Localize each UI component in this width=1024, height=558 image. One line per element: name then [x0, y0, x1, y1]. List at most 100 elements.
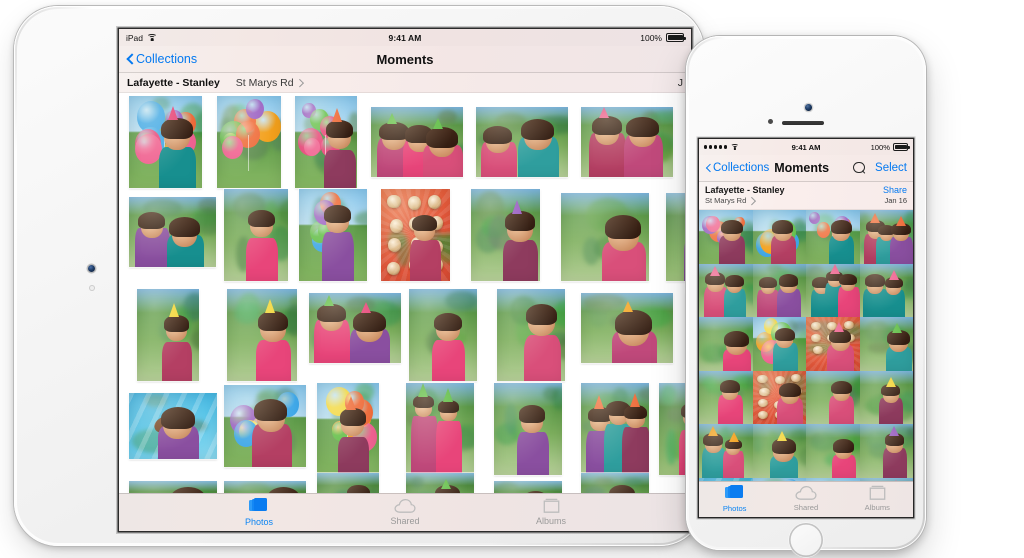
search-icon[interactable] — [853, 161, 866, 175]
ipad-status-bar: iPad 9:41 AM 100% — [119, 29, 691, 46]
iphone-tab-bar: Photos Shared Albums — [699, 481, 913, 517]
chevron-right-icon — [297, 79, 302, 87]
photo-thumbnail[interactable] — [699, 263, 753, 318]
photo-thumbnail[interactable] — [581, 383, 649, 475]
photo-thumbnail[interactable] — [224, 481, 306, 493]
photo-thumbnail[interactable] — [806, 370, 860, 425]
photo-thumbnail[interactable] — [476, 107, 568, 177]
photo-thumbnail[interactable] — [581, 473, 649, 493]
photo-thumbnail[interactable] — [129, 197, 216, 267]
iphone-moment-date: Jan 16 — [884, 196, 907, 205]
photo-thumbnail[interactable] — [129, 393, 217, 459]
photo-thumbnail[interactable] — [224, 385, 306, 467]
photo-thumbnail[interactable] — [299, 189, 367, 281]
ipad-tab-bar: Photos Shared Albums — [119, 493, 691, 531]
ipad-moment-sublocation-button[interactable]: St Marys Rd — [236, 77, 302, 89]
photo-thumbnail[interactable] — [699, 424, 753, 478]
iphone-back-label: Collections — [713, 162, 770, 174]
iphone-share-button[interactable]: Share — [883, 185, 907, 195]
photo-thumbnail[interactable] — [699, 317, 753, 371]
photo-thumbnail[interactable] — [806, 210, 860, 264]
photo-thumbnail[interactable] — [581, 293, 673, 363]
iphone-screen: 9:41 AM 100% Collections Moments Select — [699, 139, 913, 517]
photo-thumbnail[interactable] — [129, 481, 217, 493]
tab-shared[interactable]: Shared — [773, 485, 839, 512]
iphone-device: 9:41 AM 100% Collections Moments Select — [686, 36, 926, 557]
photo-thumbnail[interactable] — [859, 370, 913, 425]
photo-thumbnail[interactable] — [752, 424, 806, 478]
photo-thumbnail[interactable] — [806, 424, 860, 478]
photo-thumbnail[interactable] — [137, 289, 199, 381]
photo-thumbnail[interactable] — [497, 289, 565, 381]
photo-thumbnail[interactable] — [309, 293, 401, 363]
photo-thumbnail[interactable] — [752, 370, 806, 425]
ipad-moment-sublocation-label: St Marys Rd — [235, 76, 294, 89]
photo-thumbnail[interactable] — [317, 383, 379, 475]
iphone-moment-sublocation-label: St Marys Rd — [705, 196, 747, 205]
ipad-ambient-sensor-icon — [89, 285, 95, 291]
photo-thumbnail[interactable] — [406, 473, 474, 493]
iphone-moment-location: Lafayette - Stanley — [705, 185, 785, 195]
photo-thumbnail[interactable] — [859, 317, 913, 371]
photos-stack-icon — [724, 485, 745, 502]
tab-albums[interactable]: Albums — [513, 498, 589, 526]
albums-icon — [869, 485, 886, 501]
iphone-moment-sublocation-button[interactable]: St Marys Rd — [705, 196, 754, 205]
photo-thumbnail[interactable] — [217, 96, 281, 188]
tab-photos[interactable]: Photos — [221, 498, 297, 527]
photo-thumbnail[interactable] — [494, 383, 562, 475]
screenshot-stage: iPad 9:41 AM 100% Collections Moments La… — [0, 0, 1024, 558]
photo-thumbnail[interactable] — [699, 210, 753, 264]
ipad-photo-grid[interactable] — [119, 93, 691, 493]
photo-thumbnail[interactable] — [806, 317, 860, 371]
tab-shared[interactable]: Shared — [367, 498, 443, 526]
ipad-moment-date: J — [677, 76, 683, 89]
battery-full-icon — [666, 33, 686, 42]
photo-thumbnail[interactable] — [752, 263, 806, 318]
photo-thumbnail[interactable] — [752, 210, 806, 264]
photo-thumbnail[interactable] — [129, 96, 202, 188]
photo-thumbnail[interactable] — [494, 481, 562, 493]
photo-thumbnail[interactable] — [561, 193, 649, 281]
iphone-proximity-sensor-icon — [768, 119, 773, 124]
ipad-front-camera-icon — [88, 265, 95, 272]
tab-photos-label: Photos — [722, 504, 747, 513]
photo-thumbnail[interactable] — [371, 107, 463, 177]
photo-thumbnail[interactable] — [752, 317, 806, 371]
photo-thumbnail[interactable] — [859, 210, 913, 264]
ipad-page-title: Moments — [376, 51, 434, 67]
photo-thumbnail[interactable] — [317, 473, 379, 493]
photo-thumbnail[interactable] — [859, 263, 913, 318]
photo-thumbnail[interactable] — [699, 370, 753, 425]
photo-thumbnail[interactable] — [471, 189, 540, 281]
chevron-right-icon — [749, 197, 754, 205]
chevron-left-icon — [705, 163, 711, 173]
photo-thumbnail[interactable] — [859, 424, 913, 478]
iphone-earpiece-speaker-icon — [782, 120, 824, 125]
photo-thumbnail[interactable] — [227, 289, 297, 381]
photo-thumbnail[interactable] — [581, 107, 673, 177]
photo-thumbnail[interactable] — [224, 189, 288, 281]
iphone-back-button[interactable]: Collections — [705, 162, 769, 174]
photo-thumbnail[interactable] — [806, 263, 860, 318]
photo-thumbnail[interactable] — [409, 289, 477, 381]
photo-thumbnail[interactable] — [295, 96, 357, 188]
photo-thumbnail[interactable] — [381, 189, 450, 281]
iphone-status-right: 100% — [870, 142, 910, 152]
photo-thumbnail[interactable] — [406, 383, 474, 475]
battery-full-icon — [893, 143, 910, 151]
ipad-status-right: 100% — [640, 32, 686, 43]
iphone-photo-grid[interactable] — [699, 210, 913, 481]
iphone-status-bar: 9:41 AM 100% — [699, 139, 913, 155]
iphone-select-button[interactable]: Select — [875, 162, 907, 174]
iphone-battery-percent: 100% — [870, 142, 890, 152]
ipad-screen: iPad 9:41 AM 100% Collections Moments La… — [119, 29, 691, 531]
ipad-clock: 9:41 AM — [388, 32, 422, 43]
tab-albums[interactable]: Albums — [844, 485, 910, 512]
photos-stack-icon — [249, 498, 269, 515]
iphone-moment-header: Lafayette - Stanley Share St Marys Rd Ja… — [699, 182, 913, 210]
tab-photos[interactable]: Photos — [702, 485, 768, 513]
ipad-battery-percent: 100% — [640, 32, 662, 43]
ipad-moment-header: Lafayette - Stanley St Marys Rd J — [119, 73, 691, 93]
iphone-home-button[interactable] — [789, 523, 823, 557]
